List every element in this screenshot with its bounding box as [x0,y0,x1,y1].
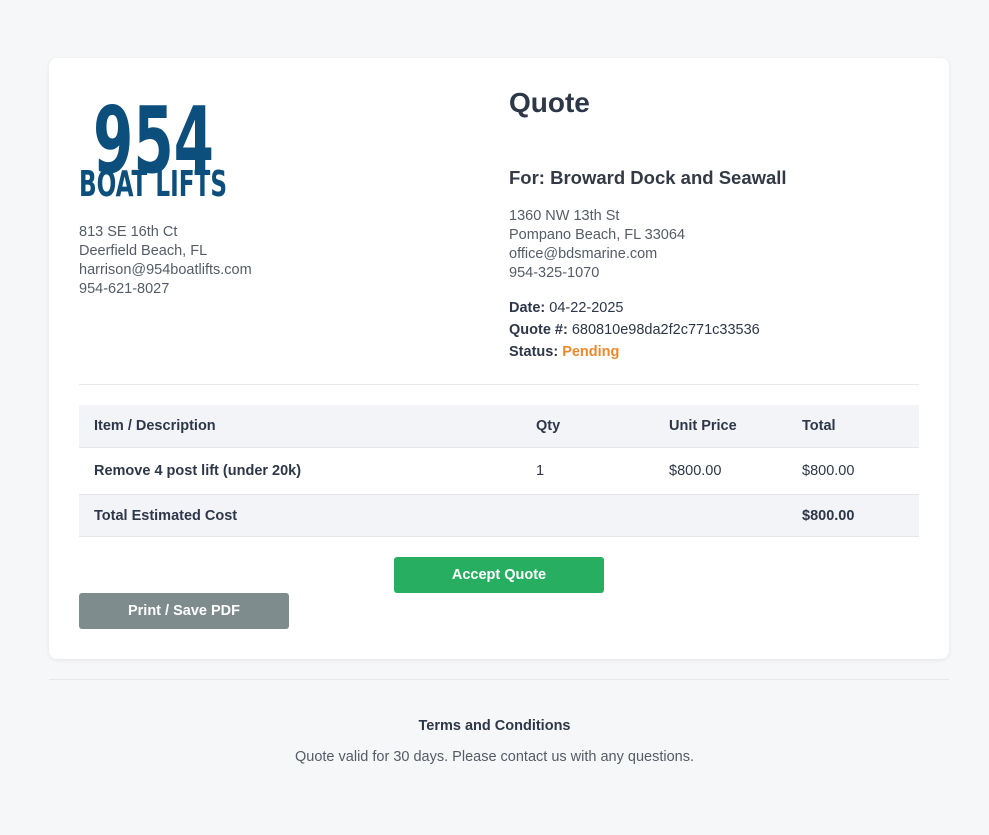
quote-number-value: 680810e98da2f2c771c33536 [571,322,760,338]
item-description: Remove 4 post lift (under 20k) [79,447,521,495]
company-logo: 954 BOAT LIFTS [79,88,229,200]
company-contact: 813 SE 16th Ct Deerfield Beach, FL harri… [79,223,252,299]
quote-number: Quote #: 680810e98da2f2c771c33536 [509,319,760,341]
terms-text: Quote valid for 30 days. Please contact … [295,749,694,765]
client-heading: For: Broward Dock and Seawall [509,167,787,188]
quote-meta: Date: 04-22-2025 Quote #: 680810e98da2f2… [509,297,760,363]
line-items-table: Item / Description Qty Unit Price Total … [79,405,919,537]
total-empty-unit [654,494,787,537]
client-phone: 954-325-1070 [509,265,600,281]
client-address-line2: Pompano Beach, FL 33064 [509,227,686,243]
header-unit-price: Unit Price [654,405,787,448]
header-qty: Qty [521,405,654,448]
status-badge: Pending [562,344,620,360]
company-address-line2: Deerfield Beach, FL [79,243,208,259]
total-row: Total Estimated Cost $800.00 [79,494,919,537]
item-unit-price: $800.00 [654,447,787,495]
header-description: Item / Description [79,405,521,448]
item-qty: 1 [521,447,654,495]
print-save-pdf-button[interactable]: Print / Save PDF [79,593,289,629]
status-label: Status: [509,344,559,360]
date-value: 04-22-2025 [549,300,624,316]
client-contact: 1360 NW 13th St Pompano Beach, FL 33064 … [509,207,685,283]
accept-quote-button[interactable]: Accept Quote [394,557,604,593]
total-empty-qty [521,494,654,537]
terms-title: Terms and Conditions [418,718,571,734]
client-address-line1: 1360 NW 13th St [509,208,620,224]
total-label: Total Estimated Cost [79,494,521,537]
date-label: Date: [509,300,546,316]
footer-divider [49,679,949,680]
table-header-row: Item / Description Qty Unit Price Total [79,405,919,448]
quote-date: Date: 04-22-2025 [509,297,760,319]
item-total: $800.00 [787,447,919,495]
logo-wordmark: BOAT LIFTS [79,164,227,200]
quote-number-label: Quote #: [509,322,568,338]
quote-status: Status: Pending [509,341,760,363]
company-email: harrison@954boatlifts.com [79,262,252,278]
company-address-line1: 813 SE 16th Ct [79,224,178,240]
header-divider [79,384,919,385]
client-email: office@bdsmarine.com [509,246,658,262]
total-value: $800.00 [787,494,919,537]
page-title: Quote [509,87,590,118]
header-total: Total [787,405,919,448]
company-phone: 954-621-8027 [79,281,170,297]
table-row: Remove 4 post lift (under 20k) 1 $800.00… [79,447,919,495]
